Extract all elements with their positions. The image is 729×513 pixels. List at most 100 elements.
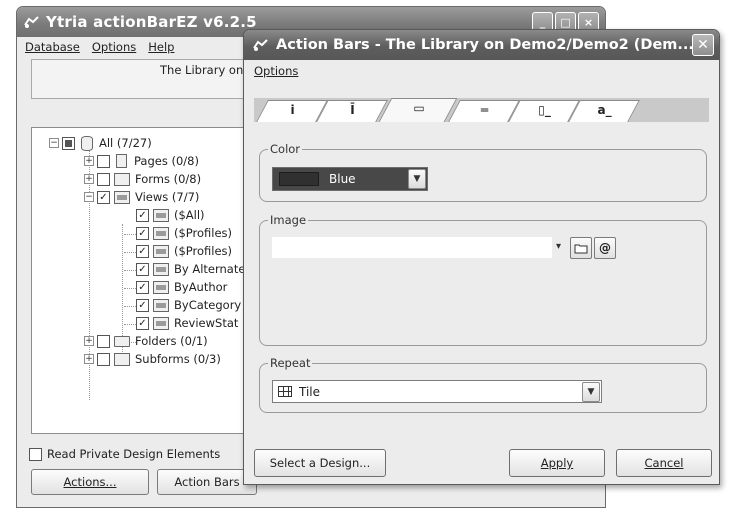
checkbox-partial[interactable] [62,136,75,150]
select-design-label: Select a Design... [269,456,371,470]
tree-row-view-item[interactable]: ✓ By Alternate [136,260,245,278]
actions-button-label: Actions... [63,475,117,489]
checkbox-checked[interactable]: ✓ [136,280,149,294]
view-icon [153,316,169,330]
info-icon: i [290,103,295,117]
form-icon [114,172,130,186]
tree-label-folders: Folders (0/1) [135,334,208,348]
tree-row-view-item[interactable]: ✓ ByAuthor [136,278,227,296]
tree-connector [124,234,136,235]
apply-label: Apply [540,456,574,470]
collapse-icon[interactable]: − [49,138,59,148]
tree-row-forms[interactable]: + Forms (0/8) [84,170,201,188]
close-icon[interactable]: ✕ [692,34,714,56]
tree-connector [124,306,136,307]
dialog-title-text: Action Bars - The Library on Demo2/Demo2… [276,37,694,53]
tree-connector [124,252,136,253]
expand-icon[interactable]: + [84,174,94,184]
color-dropdown[interactable]: Blue ▼ [272,167,428,191]
select-design-button[interactable]: Select a Design... [254,449,386,477]
read-private-option[interactable]: Read Private Design Elements [29,447,220,461]
expand-icon[interactable]: + [84,354,94,364]
button-icon: ▯_ [538,103,551,117]
tab-height[interactable]: Ī [316,100,388,122]
repeat-dropdown[interactable]: Tile ▼ [272,380,602,403]
checkbox[interactable] [97,334,110,348]
checkbox[interactable] [97,154,110,168]
read-private-label: Read Private Design Elements [47,447,221,461]
cancel-label: Cancel [644,456,684,470]
checkbox-checked[interactable]: ✓ [136,244,149,258]
formula-button[interactable]: @ [594,237,616,259]
image-dropdown-icon[interactable]: ▾ [556,241,561,252]
folder-icon [114,335,130,347]
at-icon: @ [599,241,611,255]
tree-label-subforms: Subforms (0/3) [135,352,221,366]
tree-connector [124,324,136,325]
view-icon [153,226,169,240]
menu-options[interactable]: Options [92,40,136,54]
folder-button[interactable] [570,237,592,259]
font-icon: a_ [597,103,612,117]
checkbox[interactable] [97,352,110,366]
repeat-group-label: Repeat [268,356,313,370]
checkbox[interactable] [97,172,110,186]
folder-icon [574,244,588,253]
color-value: Blue [329,172,356,186]
checkbox-checked[interactable]: ✓ [136,262,149,276]
tree-row-view-item[interactable]: ✓ ($Profiles) [136,224,232,242]
actions-button[interactable]: Actions... [31,469,149,495]
tile-icon [278,386,292,397]
checkbox-checked[interactable]: ✓ [136,316,149,330]
chevron-down-icon[interactable]: ▼ [582,382,600,402]
repeat-value: Tile [299,384,321,399]
checkbox-checked[interactable]: ✓ [136,208,149,222]
image-group-label: Image [268,213,309,227]
tab-font[interactable]: a_ [568,100,640,122]
read-private-checkbox[interactable] [29,447,42,461]
app-icon [253,39,268,51]
color-swatch [279,172,319,186]
expand-icon[interactable]: + [84,156,94,166]
tree-row-view-item[interactable]: ✓ ByCategory [136,296,241,314]
menu-options[interactable]: Options [254,64,298,78]
action-bars-button[interactable]: Action Bars [157,469,257,495]
tree-connector [124,270,136,271]
main-title-text: Ytria actionBarEZ v6.2.5 [46,13,257,31]
image-input[interactable] [272,237,552,259]
collapse-icon[interactable]: − [84,192,94,202]
dialog-title-bar[interactable]: Action Bars - The Library on Demo2/Demo2… [244,30,719,60]
library-label: The Library on D [160,63,256,77]
chevron-down-icon[interactable]: ▼ [408,169,426,189]
tree-label-views: Views (7/7) [135,190,200,204]
tree-row-subforms[interactable]: + Subforms (0/3) [84,350,221,368]
tree-connector [124,288,136,289]
color-group-label: Color [268,142,303,156]
cancel-button[interactable]: Cancel [616,449,712,477]
background-icon: ▭ [413,101,425,115]
tree-row-root[interactable]: − All (7/27) [49,134,152,152]
view-icon [153,280,169,294]
checkbox-checked[interactable]: ✓ [136,226,149,240]
subform-icon [114,352,130,366]
menu-help[interactable]: Help [148,40,174,54]
tree-row-view-item[interactable]: ✓ ($Profiles) [136,242,232,260]
tree-row-folders[interactable]: + Folders (0/1) [84,332,208,350]
page-icon [116,154,127,168]
border-icon: ═ [480,103,489,117]
checkbox-checked[interactable]: ✓ [136,298,149,312]
view-item-label: ($Profiles) [174,244,233,258]
menu-database[interactable]: Database [25,40,80,54]
tree-row-pages[interactable]: + Pages (0/8) [84,152,199,170]
action-bars-button-label: Action Bars [174,475,240,489]
checkbox-checked[interactable]: ✓ [97,190,110,204]
repeat-group: Repeat Tile ▼ [259,356,707,413]
tree-row-view-item[interactable]: ✓ ReviewStat [136,314,238,332]
tree-label-root: All (7/27) [99,136,152,150]
expand-icon[interactable]: + [84,336,94,346]
tree-row-views[interactable]: − ✓ Views (7/7) [84,188,199,206]
view-icon [153,244,169,258]
tab-background[interactable]: ▭ [378,98,458,122]
apply-button[interactable]: Apply [509,449,605,477]
tree-row-view-item[interactable]: ✓ ($All) [136,206,205,224]
